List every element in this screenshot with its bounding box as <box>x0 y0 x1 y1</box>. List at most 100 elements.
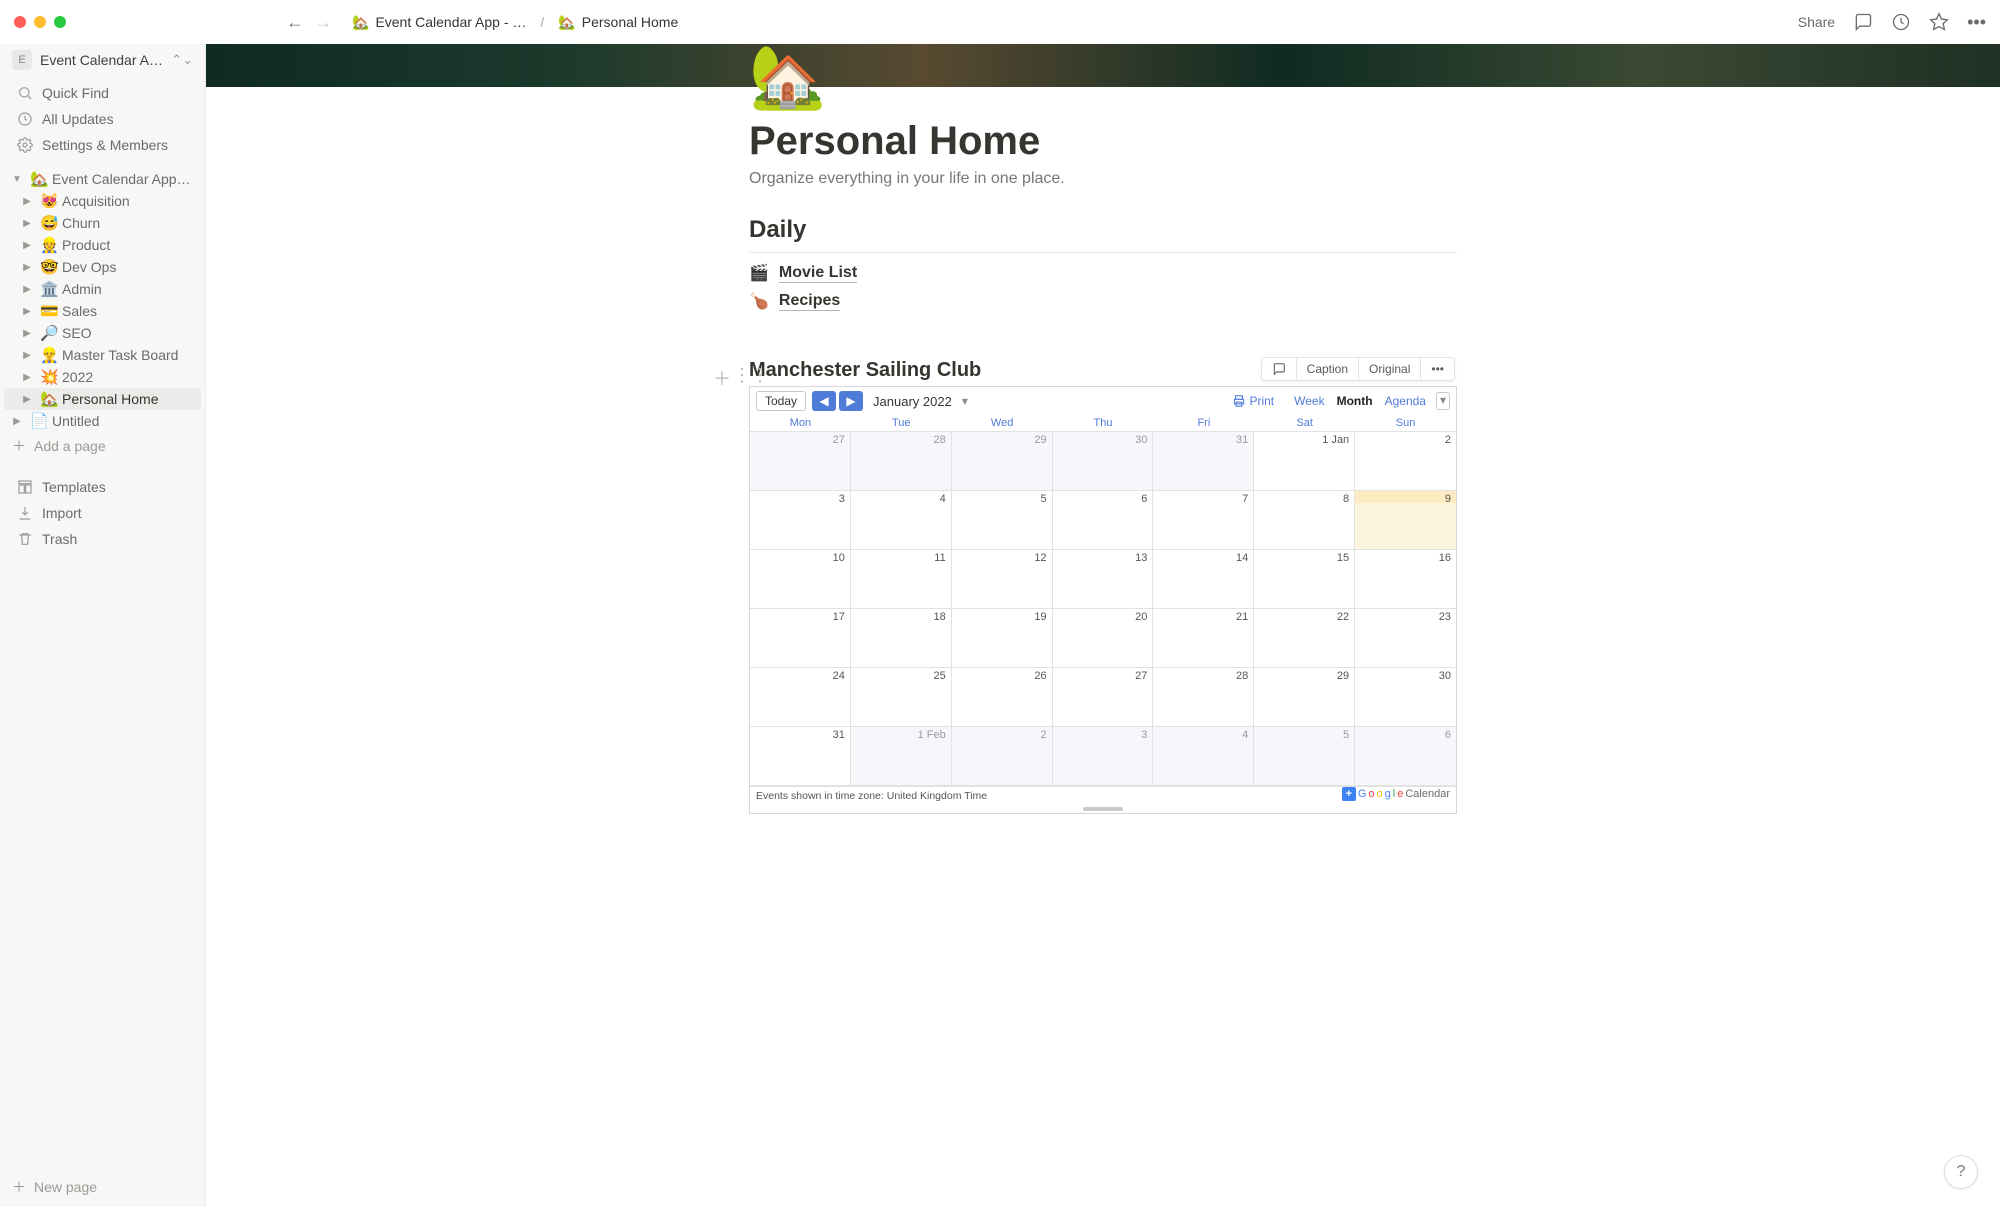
embed-more-button[interactable]: ••• <box>1421 358 1454 380</box>
calendar-cell[interactable]: 16 <box>1355 550 1456 609</box>
close-window-button[interactable] <box>14 16 26 28</box>
chevron-right-icon[interactable]: ▶ <box>18 218 36 229</box>
chevron-right-icon[interactable]: ▶ <box>18 372 36 383</box>
chevron-right-icon[interactable]: ▶ <box>18 394 36 405</box>
breadcrumb-current[interactable]: 🏡 Personal Home <box>552 11 684 34</box>
breadcrumb-root[interactable]: 🏡 Event Calendar App - … <box>346 11 532 34</box>
back-button[interactable]: ← <box>286 12 304 33</box>
google-calendar-logo[interactable]: + Google Calendar <box>1342 787 1450 801</box>
month-dropdown-icon[interactable]: ▾ <box>962 394 968 408</box>
chevron-right-icon[interactable]: ▶ <box>18 306 36 317</box>
calendar-cell[interactable]: 8 <box>1254 491 1355 550</box>
tree-item-admin[interactable]: ▶🏛️Admin <box>4 278 201 300</box>
calendar-cell[interactable]: 29 <box>952 432 1053 491</box>
chevron-right-icon[interactable]: ▶ <box>18 240 36 251</box>
calendar-cell[interactable]: 27 <box>750 432 851 491</box>
chevron-right-icon[interactable]: ▶ <box>18 284 36 295</box>
calendar-cell[interactable]: 3 <box>1053 727 1154 786</box>
tree-item-churn[interactable]: ▶😅Churn <box>4 212 201 234</box>
calendar-cell[interactable]: 3 <box>750 491 851 550</box>
page-emoji[interactable]: 🏡 <box>749 47 1457 109</box>
more-icon[interactable]: ••• <box>1967 12 1986 33</box>
calendar-cell[interactable]: 13 <box>1053 550 1154 609</box>
calendar-cell[interactable]: 21 <box>1153 609 1254 668</box>
calendar-cell[interactable]: 6 <box>1053 491 1154 550</box>
calendar-cell[interactable]: 2 <box>1355 432 1456 491</box>
calendar-cell[interactable]: 6 <box>1355 727 1456 786</box>
tree-item-dev-ops[interactable]: ▶🤓Dev Ops <box>4 256 201 278</box>
tree-item-2022[interactable]: ▶💥2022 <box>4 366 201 388</box>
calendar-cell[interactable]: 19 <box>952 609 1053 668</box>
calendar-cell[interactable]: 30 <box>1355 668 1456 727</box>
calendar-cell[interactable]: 18 <box>851 609 952 668</box>
calendar-cell[interactable]: 29 <box>1254 668 1355 727</box>
calendar-cell[interactable]: 1 Feb <box>851 727 952 786</box>
sidebar-item-quick-find[interactable]: Quick Find <box>4 80 201 106</box>
chevron-right-icon[interactable]: ▶ <box>18 196 36 207</box>
calendar-cell[interactable]: 7 <box>1153 491 1254 550</box>
calendar-cell[interactable]: 9 <box>1355 491 1456 550</box>
sidebar-item-trash[interactable]: Trash <box>4 526 201 552</box>
tab-agenda[interactable]: Agenda <box>1379 392 1432 410</box>
tree-item-seo[interactable]: ▶🔎SEO <box>4 322 201 344</box>
page-link[interactable]: 🎬Movie List <box>749 259 1457 287</box>
tree-item-master-task-board[interactable]: ▶👷‍♂️Master Task Board <box>4 344 201 366</box>
calendar-cell[interactable]: 22 <box>1254 609 1355 668</box>
print-button[interactable]: Print <box>1232 394 1274 408</box>
today-button[interactable]: Today <box>756 391 806 411</box>
chevron-right-icon[interactable]: ▶ <box>18 350 36 361</box>
add-page-button[interactable]: ＋ Add a page <box>0 432 205 460</box>
calendar-cell[interactable]: 30 <box>1053 432 1154 491</box>
embed-comment-button[interactable] <box>1262 358 1297 380</box>
calendar-cell[interactable]: 28 <box>1153 668 1254 727</box>
chevron-right-icon[interactable]: ▶ <box>18 262 36 273</box>
next-month-button[interactable]: ▶ <box>839 391 863 411</box>
calendar-cell[interactable]: 12 <box>952 550 1053 609</box>
sidebar-item-all-updates[interactable]: All Updates <box>4 106 201 132</box>
resize-handle-bottom[interactable] <box>1083 807 1123 811</box>
share-button[interactable]: Share <box>1798 14 1835 30</box>
page-title[interactable]: Personal Home <box>749 119 1457 164</box>
tab-month[interactable]: Month <box>1331 392 1379 410</box>
calendar-cell[interactable]: 10 <box>750 550 851 609</box>
tab-week[interactable]: Week <box>1288 392 1330 410</box>
embed-caption-button[interactable]: Caption <box>1297 358 1359 380</box>
calendar-cell[interactable]: 27 <box>1053 668 1154 727</box>
comments-icon[interactable] <box>1853 12 1873 32</box>
calendar-cell[interactable]: 14 <box>1153 550 1254 609</box>
calendar-cell[interactable]: 25 <box>851 668 952 727</box>
minimize-window-button[interactable] <box>34 16 46 28</box>
tree-root[interactable]: ▼ 🏡 Event Calendar App - … <box>4 168 201 190</box>
sidebar-item-import[interactable]: Import <box>4 500 201 526</box>
tree-untitled[interactable]: ▶ 📄 Untitled <box>4 410 201 432</box>
calendar-cell[interactable]: 1 Jan <box>1254 432 1355 491</box>
page-link[interactable]: 🍗Recipes <box>749 287 1457 315</box>
chevron-right-icon[interactable]: ▶ <box>18 328 36 339</box>
calendar-cell[interactable]: 28 <box>851 432 952 491</box>
sidebar-item-settings-members[interactable]: Settings & Members <box>4 132 201 158</box>
calendar-cell[interactable]: 15 <box>1254 550 1355 609</box>
calendar-cell[interactable]: 31 <box>1153 432 1254 491</box>
tree-item-product[interactable]: ▶👷Product <box>4 234 201 256</box>
embed-block[interactable]: ＋ ⋮⋮ Caption Original ••• Manchester Sai… <box>749 359 1457 814</box>
workspace-switcher[interactable]: E Event Calendar App ⌃⌄ <box>0 44 205 76</box>
calendar-cell[interactable]: 26 <box>952 668 1053 727</box>
favorite-icon[interactable] <box>1929 12 1949 32</box>
calendar-cell[interactable]: 5 <box>1254 727 1355 786</box>
chevron-down-icon[interactable]: ▼ <box>8 174 26 185</box>
sidebar-item-templates[interactable]: Templates <box>4 474 201 500</box>
calendar-cell[interactable]: 2 <box>952 727 1053 786</box>
calendar-cell[interactable]: 23 <box>1355 609 1456 668</box>
calendar-cell[interactable]: 4 <box>851 491 952 550</box>
view-dropdown-icon[interactable]: ▾ <box>1436 392 1450 410</box>
prev-month-button[interactable]: ◀ <box>812 391 836 411</box>
calendar-cell[interactable]: 17 <box>750 609 851 668</box>
calendar-cell[interactable]: 31 <box>750 727 851 786</box>
calendar-cell[interactable]: 24 <box>750 668 851 727</box>
updates-icon[interactable] <box>1891 12 1911 32</box>
new-page-button[interactable]: ＋ New page <box>0 1171 205 1207</box>
calendar-cell[interactable]: 5 <box>952 491 1053 550</box>
embed-original-button[interactable]: Original <box>1359 358 1421 380</box>
calendar-cell[interactable]: 4 <box>1153 727 1254 786</box>
calendar-cell[interactable]: 20 <box>1053 609 1154 668</box>
